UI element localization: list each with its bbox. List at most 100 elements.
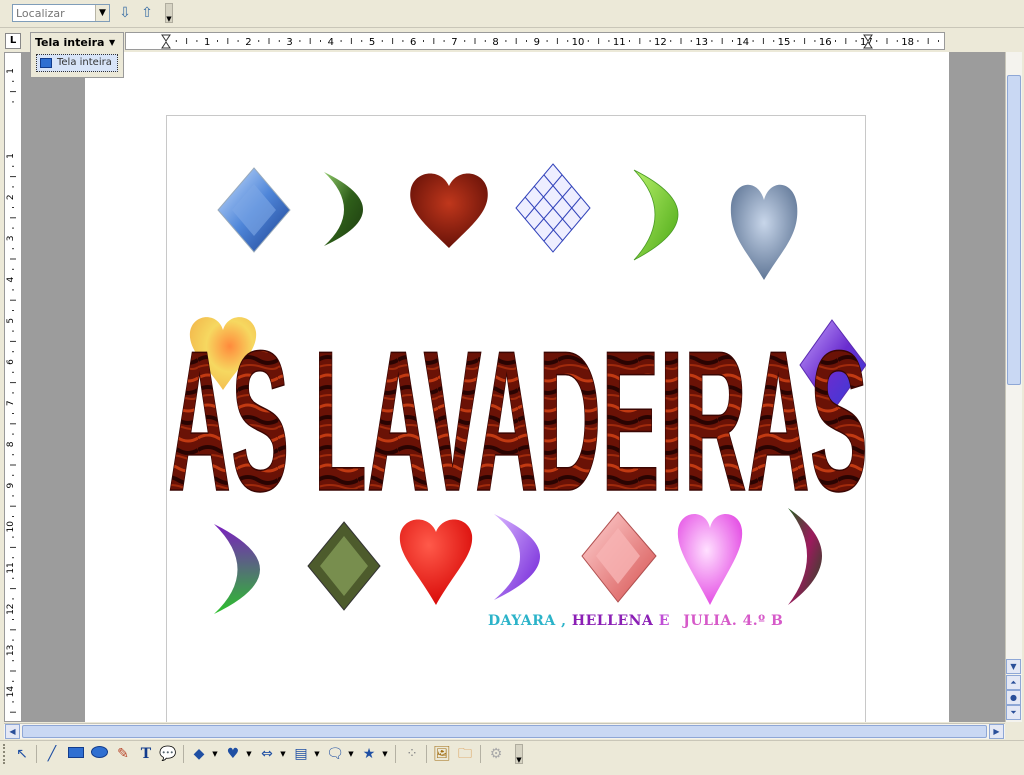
extrusion-icon[interactable]: ⚙ <box>486 744 506 764</box>
ruler-number: 14 <box>736 37 749 48</box>
find-next-icon[interactable]: ⇩ <box>115 3 135 23</box>
scroll-right-icon[interactable]: ▶ <box>989 724 1004 739</box>
ruler-number: 8 <box>6 441 16 447</box>
ruler-number: 15 <box>778 37 791 48</box>
toolbar-separator <box>395 745 396 763</box>
credit-name-2: HELLENA <box>571 613 654 629</box>
magenta-heart-shape[interactable] <box>677 513 743 605</box>
wordart-title[interactable]: AS LAVADEIRAS <box>166 285 870 495</box>
horizontal-scroll-thumb[interactable] <box>22 725 987 738</box>
ruler-number: 7 <box>451 37 457 48</box>
scroll-left-icon[interactable]: ◀ <box>5 724 20 739</box>
block-arrows-icon[interactable]: ⇔ <box>257 744 277 764</box>
zoom-option-tela-inteira[interactable]: Tela inteira <box>36 54 118 72</box>
vertical-ruler[interactable]: 1 1 2 3 4 5 6 7 8 9 10 11 12 13 14 <box>4 52 22 722</box>
scroll-down-icon[interactable]: ▼ <box>1006 659 1021 674</box>
select-icon[interactable]: ↖ <box>12 744 32 764</box>
from-file-icon[interactable]: 🗀 <box>455 744 475 764</box>
find-dropdown-chevron-icon[interactable]: ▼ <box>95 5 109 21</box>
credit-name-1: DAYARA , <box>488 613 567 629</box>
toolbar-grip-icon[interactable] <box>3 744 9 764</box>
ruler-number: 18 <box>901 37 914 48</box>
credits-line: DAYARA , HELLENA E JULIA. 4.º B <box>488 613 783 629</box>
indent-marker-icon[interactable] <box>161 34 171 49</box>
lime-moon-shape[interactable] <box>633 169 679 261</box>
ruler-number: 4 <box>328 37 334 48</box>
fontwork-gallery-icon[interactable]: 🖼 <box>432 744 452 764</box>
next-page-icon[interactable]: ⏷ <box>1006 705 1021 720</box>
chevron-down-icon[interactable]: ▼ <box>313 744 321 764</box>
basic-shapes-icon[interactable]: ◆ <box>189 744 209 764</box>
zoom-dropdown[interactable]: Tela inteira ▼ Tela inteira <box>30 32 124 78</box>
dark-green-moon-shape[interactable] <box>788 508 822 605</box>
tab-stop-selector[interactable]: L <box>5 33 21 49</box>
ruler-number: 12 <box>654 37 667 48</box>
chevron-down-icon[interactable]: ▼ <box>279 744 287 764</box>
ruler-number: 6 <box>6 359 16 365</box>
vertical-scroll-thumb[interactable] <box>1007 75 1021 385</box>
ruler-number: 1 <box>204 37 210 48</box>
ruler-number: 12 <box>6 603 16 614</box>
ruler-number: 16 <box>819 37 832 48</box>
toolbar-separator <box>183 745 184 763</box>
line-icon[interactable]: ╱ <box>42 744 62 764</box>
horizontal-ruler[interactable]: 1 2 3 4 5 6 7 8 9 10 11 12 13 14 15 16 17 18 <box>125 32 945 50</box>
toolbar-grip-icon[interactable]: ▼ <box>165 3 173 23</box>
ruler-number: 11 <box>613 37 626 48</box>
red-heart-shape[interactable] <box>410 173 488 248</box>
toolbar-separator <box>36 745 37 763</box>
toolbar-separator <box>426 745 427 763</box>
chevron-down-icon[interactable]: ▼ <box>109 38 115 47</box>
ruler-number: 2 <box>6 194 16 200</box>
previous-page-icon[interactable]: ⏶ <box>1006 675 1021 690</box>
ruler-number: 14 <box>6 686 16 698</box>
bright-red-heart-shape[interactable] <box>399 519 473 605</box>
text-icon[interactable]: T <box>136 744 156 764</box>
ruler-number: 1 <box>6 68 16 74</box>
toolbar-separator <box>480 745 481 763</box>
steel-heart-shape[interactable] <box>730 184 798 280</box>
ruler-number: 13 <box>6 645 16 656</box>
ruler-number: 10 <box>6 521 16 533</box>
ruler-number: 6 <box>410 37 416 48</box>
ruler-number: 9 <box>534 37 540 48</box>
green-moon-shape[interactable] <box>324 172 363 246</box>
symbol-shapes-icon[interactable]: ♥ <box>223 744 243 764</box>
flowchart-icon[interactable]: ▤ <box>291 744 311 764</box>
violet-moon-shape[interactable] <box>494 514 540 600</box>
freeform-icon[interactable]: ✎ <box>113 744 133 764</box>
chevron-down-icon[interactable]: ▼ <box>381 744 389 764</box>
olive-diamond-shape[interactable] <box>307 521 381 611</box>
callouts-icon[interactable]: 🗨 <box>325 744 345 764</box>
navigator-icon[interactable]: ● <box>1006 690 1021 705</box>
purple-green-moon-shape[interactable] <box>214 524 260 614</box>
ruler-number: 4 <box>6 276 16 282</box>
points-icon[interactable]: ⁘ <box>402 744 422 764</box>
ruler-number: 13 <box>695 37 708 48</box>
pink-diamond-shape[interactable] <box>581 511 657 603</box>
ruler-number: 11 <box>6 562 16 573</box>
ruler-number: 5 <box>6 318 16 324</box>
ruler-number: 8 <box>492 37 498 48</box>
stars-icon[interactable]: ★ <box>359 744 379 764</box>
ruler-number: 3 <box>6 236 16 242</box>
chevron-down-icon[interactable]: ▼ <box>347 744 355 764</box>
chevron-down-icon[interactable]: ▼ <box>211 744 219 764</box>
ruler-number: 2 <box>245 37 251 48</box>
rectangle-icon[interactable] <box>66 744 86 764</box>
zoom-selected-value[interactable]: Tela inteira <box>35 36 104 49</box>
blue-diamond-shape[interactable] <box>217 167 291 253</box>
mesh-diamond-shape[interactable] <box>515 163 591 253</box>
ruler-number: 1 <box>6 153 16 159</box>
callout-icon[interactable]: 💬 <box>158 744 178 764</box>
zoom-option-label: Tela inteira <box>57 57 112 68</box>
credit-connector: E <box>658 613 670 629</box>
chevron-down-icon[interactable]: ▼ <box>245 744 253 764</box>
ellipse-icon[interactable] <box>89 744 109 764</box>
wordart-title-text: AS LAVADEIRAS <box>168 310 868 495</box>
ruler-number: 10 <box>572 37 585 48</box>
toolbar-grip-icon[interactable]: ▼ <box>515 744 523 764</box>
find-previous-icon[interactable]: ⇧ <box>137 3 157 23</box>
ruler-number: 3 <box>286 37 292 48</box>
full-screen-icon <box>40 58 52 68</box>
